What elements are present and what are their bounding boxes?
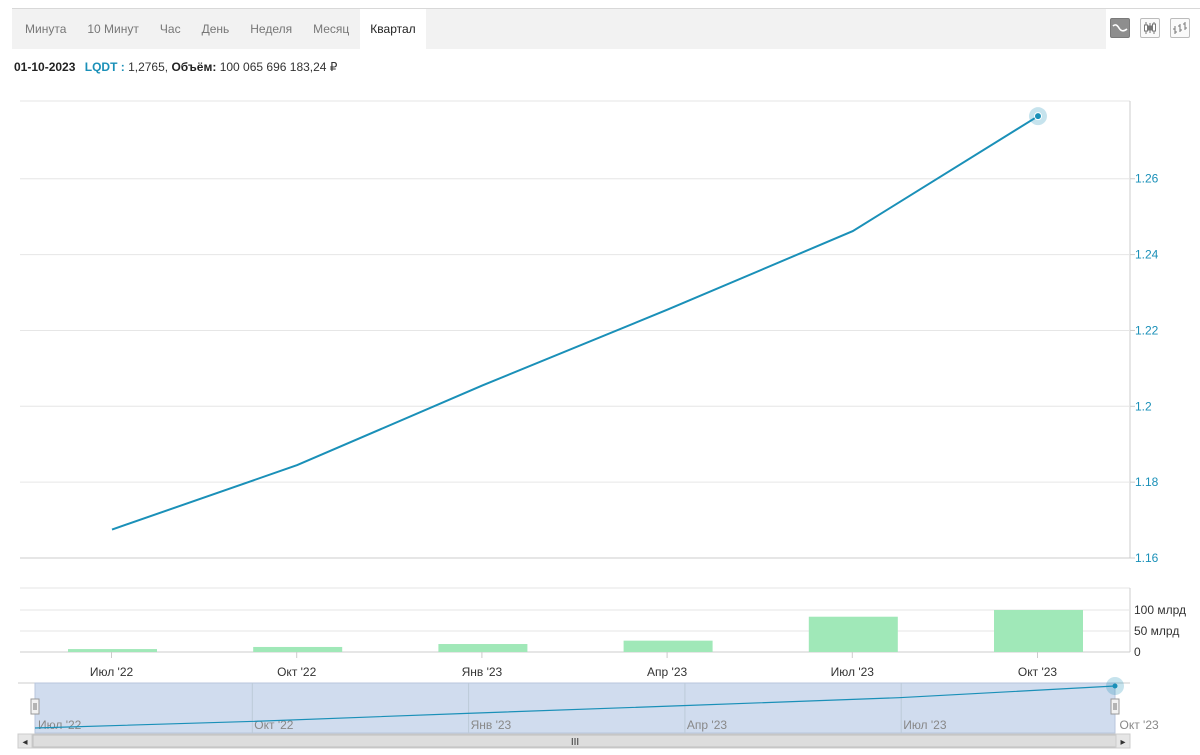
highlight-point — [1034, 112, 1042, 121]
volume-tick-label: 0 — [1134, 645, 1141, 659]
navigator-label: Окт '23 — [1120, 718, 1160, 732]
navigator-label: Янв '23 — [471, 718, 512, 732]
navigator-label: Июл '22 — [38, 718, 82, 732]
navigator-label: Апр '23 — [687, 718, 727, 732]
navigator-left-handle[interactable] — [30, 698, 40, 715]
y-tick-label: 1.24 — [1135, 248, 1159, 262]
volume-tick-label: 50 млрд — [1134, 624, 1179, 638]
price-line — [111, 115, 1039, 531]
scrollbar-grip: III — [571, 737, 579, 748]
navigator: Июл '22 Окт '22 Янв '23 Апр '23 Июл '23 Окт '… — [17, 677, 1160, 749]
y-tick-label: 1.16 — [1135, 551, 1159, 565]
volume-tick-label: 100 млрд — [1134, 603, 1186, 617]
navigator-right-handle[interactable] — [1110, 698, 1120, 715]
x-axis: Июл '22 Окт '22 Янв '23 Апр '23 Июл '23 Окт '… — [90, 652, 1058, 679]
y-tick-label: 1.18 — [1135, 475, 1159, 489]
scroll-right-arrow-icon: ▸ — [1120, 737, 1125, 748]
x-tick-label: Июл '22 — [90, 665, 134, 679]
y-tick-label: 1.26 — [1135, 172, 1159, 186]
navigator-label: Июл '23 — [903, 718, 947, 732]
x-tick-label: Янв '23 — [462, 665, 503, 679]
navigator-highlight-point — [1112, 683, 1118, 689]
scroll-left-arrow-icon: ◂ — [22, 737, 27, 748]
y-tick-label: 1.22 — [1135, 323, 1159, 337]
chart-area: 1.16 1.18 1.2 1.22 1.24 1.26 0 50 млрд 100 млрд… — [17, 100, 1186, 749]
volume-grid — [20, 587, 1131, 653]
x-tick-label: Окт '23 — [1018, 665, 1058, 679]
x-tick-label: Апр '23 — [647, 665, 687, 679]
volume-bar[interactable] — [438, 644, 528, 652]
y-tick-label: 1.2 — [1135, 399, 1152, 413]
x-tick-label: Окт '22 — [277, 665, 317, 679]
volume-bar[interactable] — [68, 649, 157, 652]
price-axis: 1.16 1.18 1.2 1.22 1.24 1.26 — [1130, 172, 1159, 565]
x-tick-label: Июл '23 — [831, 665, 875, 679]
volume-axis: 0 50 млрд 100 млрд — [1134, 603, 1186, 659]
volume-bar[interactable] — [253, 646, 343, 652]
price-series — [111, 107, 1047, 531]
volume-bar[interactable] — [808, 616, 898, 652]
navigator-selection[interactable] — [34, 682, 1116, 734]
volume-bar[interactable] — [623, 640, 713, 652]
price-grid — [20, 100, 1131, 559]
volume-bar[interactable] — [994, 610, 1083, 652]
